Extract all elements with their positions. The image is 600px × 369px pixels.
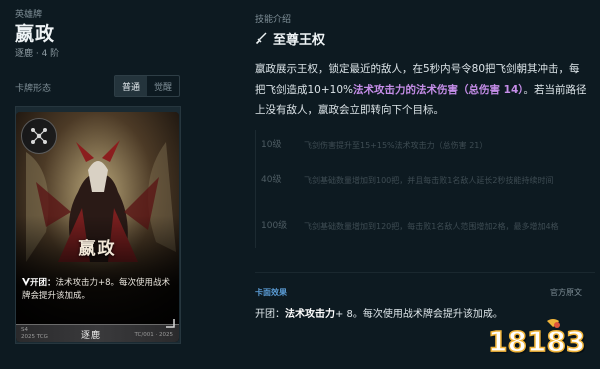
level-text: 飞剑基础数量增加到120把，每击败1名敌人范围增加2格，最多增加4格 <box>304 222 559 231</box>
card-effect-text: 开团：法术攻击力+8。每次使用战术牌会提升该加成。 <box>22 277 172 303</box>
card-form-toggle: 普通 觉醒 <box>114 75 180 97</box>
level-text: 飞剑基础数量增加到100把，并且每击败1名敌人延长2秒技能持续时间 <box>304 176 554 185</box>
hero-panel: 英雄牌 嬴政 逐鹿 · 4 阶 卡牌形态 普通 觉醒 嬴政 开团：法术攻击力+8… <box>0 0 240 369</box>
card-effect-description: 开团：法术攻击力+ 8。每次使用战术牌会提升该加成。 <box>255 309 503 320</box>
level-upgrades: 10级 飞剑伤害提升至15+15%法术攻击力（总伤害 21） 40级 飞剑基础数… <box>255 127 595 259</box>
damage-highlight: 法术攻击力的法术伤害（总伤害 14） <box>353 83 524 96</box>
form-option-awakened[interactable]: 觉醒 <box>147 76 179 96</box>
level-number: 10级 <box>261 140 282 150</box>
card-set-info: S4 2025 TCG <box>21 327 48 340</box>
skill-title: 至尊王权 <box>255 29 325 48</box>
hero-name: 嬴政 <box>15 23 56 45</box>
form-option-normal[interactable]: 普通 <box>115 76 147 96</box>
official-text-link[interactable]: 官方原文 <box>550 287 582 298</box>
card-effect-prefix: 开团： <box>30 278 56 288</box>
sword-icon <box>255 32 267 45</box>
skill-description: 嬴政展示王权，锁定最近的敌人，在5秒内号令80把飞剑朝其冲击，每把飞剑造成10+… <box>255 63 587 116</box>
expand-corner-icon[interactable] <box>164 317 176 329</box>
card-number: TC/001 · 2025 <box>134 332 173 338</box>
level-text: 飞剑伤害提升至15+15%法术攻击力（总伤害 21） <box>304 141 488 150</box>
hero-card: 嬴政 开团：法术攻击力+8。每次使用战术牌会提升该加成。 S4 2025 TCG… <box>16 112 179 342</box>
card-form-label: 卡牌形态 <box>15 84 52 94</box>
section-divider <box>255 272 595 273</box>
card-title: 嬴政 <box>78 239 117 259</box>
skill-panel: 技能介绍 至尊王权 嬴政展示王权，锁定最近的敌人，在5秒内号令80把飞剑朝其冲击… <box>255 0 600 369</box>
card-bottom-bar: S4 2025 TCG 逐鹿 TC/001 · 2025 <box>16 324 179 342</box>
skill-name: 至尊王权 <box>273 33 326 48</box>
skill-intro-label: 技能介绍 <box>255 15 292 25</box>
level-number: 40级 <box>261 175 282 185</box>
card-effect-label: 卡面效果 <box>255 288 287 297</box>
logo-text: 18183 <box>488 325 585 358</box>
level-number: 100级 <box>261 221 288 231</box>
hero-subtitle: 逐鹿 · 4 阶 <box>15 49 60 59</box>
skill-badge-icon <box>21 118 57 154</box>
site-logo: 18183 18183 <box>487 319 587 360</box>
rally-icon <box>22 278 30 286</box>
card-faction: 逐鹿 <box>81 331 102 341</box>
